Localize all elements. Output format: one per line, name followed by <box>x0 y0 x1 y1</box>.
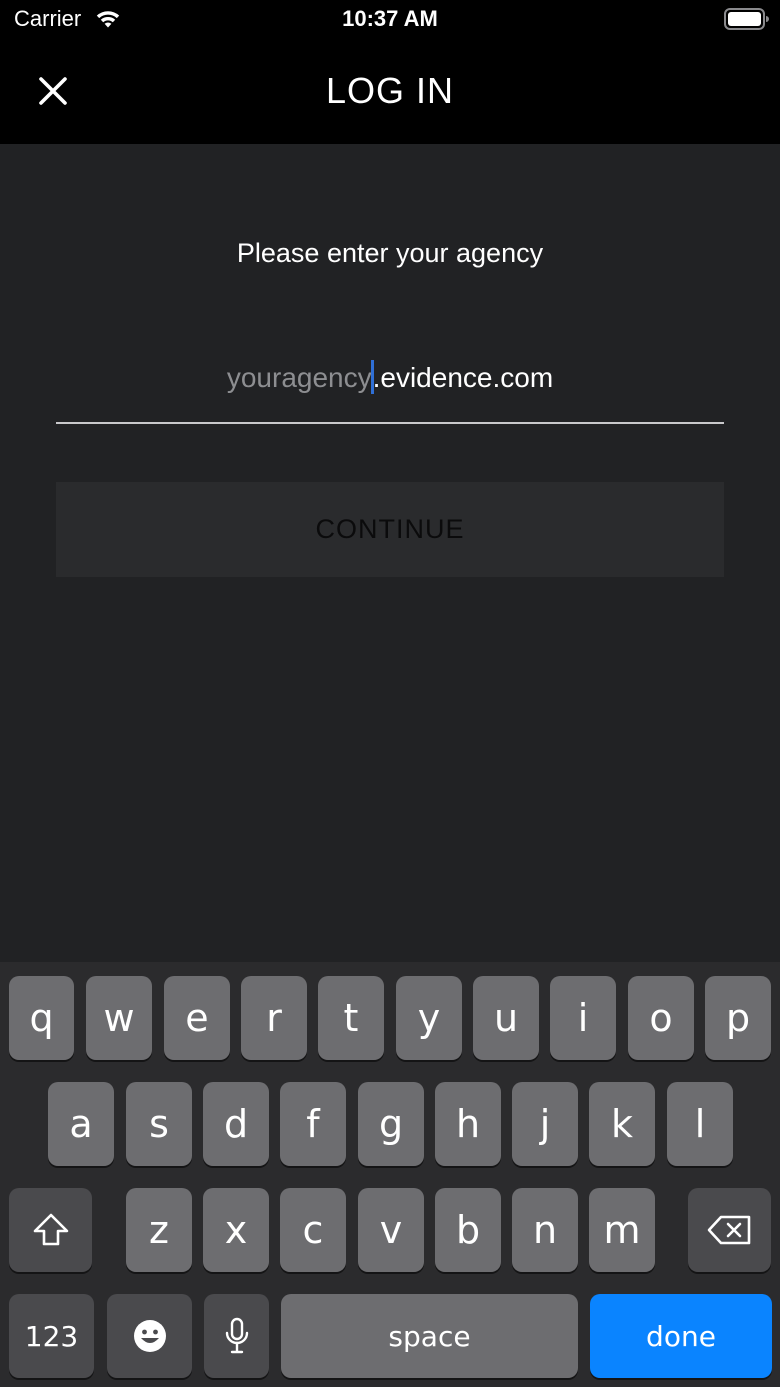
key-m[interactable]: m <box>589 1188 655 1272</box>
key-h[interactable]: h <box>435 1082 501 1166</box>
key-l[interactable]: l <box>667 1082 733 1166</box>
emoji-key[interactable] <box>107 1294 192 1378</box>
key-q[interactable]: q <box>9 976 74 1060</box>
key-b[interactable]: b <box>435 1188 501 1272</box>
key-n[interactable]: n <box>512 1188 578 1272</box>
delete-key[interactable] <box>688 1188 771 1272</box>
key-x[interactable]: x <box>203 1188 269 1272</box>
key-o[interactable]: o <box>628 976 694 1060</box>
key-c[interactable]: c <box>280 1188 346 1272</box>
battery-icon <box>724 8 769 30</box>
key-v[interactable]: v <box>358 1188 424 1272</box>
done-key[interactable]: done <box>590 1294 772 1378</box>
key-r[interactable]: r <box>241 976 307 1060</box>
key-j[interactable]: j <box>512 1082 578 1166</box>
emoji-icon <box>133 1320 166 1352</box>
login-content: Please enter your agency youragency.evid… <box>0 144 780 962</box>
microphone-icon <box>225 1317 248 1354</box>
space-key[interactable]: space <box>281 1294 578 1378</box>
numbers-key[interactable]: 123 <box>9 1294 94 1378</box>
agency-placeholder: youragency <box>226 362 372 393</box>
status-bar: Carrier 10:37 AM <box>0 0 780 40</box>
agency-input[interactable]: youragency.evidence.com <box>56 344 724 424</box>
agency-domain-suffix: .evidence.com <box>372 362 554 393</box>
key-g[interactable]: g <box>358 1082 424 1166</box>
nav-bar: LOG IN <box>0 40 780 144</box>
agency-input-text[interactable]: youragency.evidence.com <box>56 360 724 394</box>
keyboard: q w e r t y u i o p a s d f g h j k l z … <box>0 962 780 1387</box>
key-s[interactable]: s <box>126 1082 192 1166</box>
page-title: LOG IN <box>325 70 455 111</box>
shift-key[interactable] <box>9 1188 92 1272</box>
key-i[interactable]: i <box>550 976 616 1060</box>
key-k[interactable]: k <box>589 1082 655 1166</box>
key-a[interactable]: a <box>48 1082 114 1166</box>
continue-button[interactable]: CONTINUE <box>56 482 724 577</box>
dictation-key[interactable] <box>204 1294 269 1378</box>
key-y[interactable]: y <box>396 976 462 1060</box>
status-time: 10:37 AM <box>342 6 438 31</box>
key-e[interactable]: e <box>164 976 230 1060</box>
key-d[interactable]: d <box>203 1082 269 1166</box>
agency-prompt: Please enter your agency <box>236 238 544 268</box>
shift-icon <box>33 1213 68 1246</box>
input-underline <box>56 422 724 424</box>
key-z[interactable]: z <box>126 1188 192 1272</box>
key-p[interactable]: p <box>705 976 771 1060</box>
key-u[interactable]: u <box>473 976 539 1060</box>
delete-icon <box>707 1215 750 1245</box>
key-w[interactable]: w <box>86 976 152 1060</box>
key-t[interactable]: t <box>318 976 384 1060</box>
key-f[interactable]: f <box>280 1082 346 1166</box>
